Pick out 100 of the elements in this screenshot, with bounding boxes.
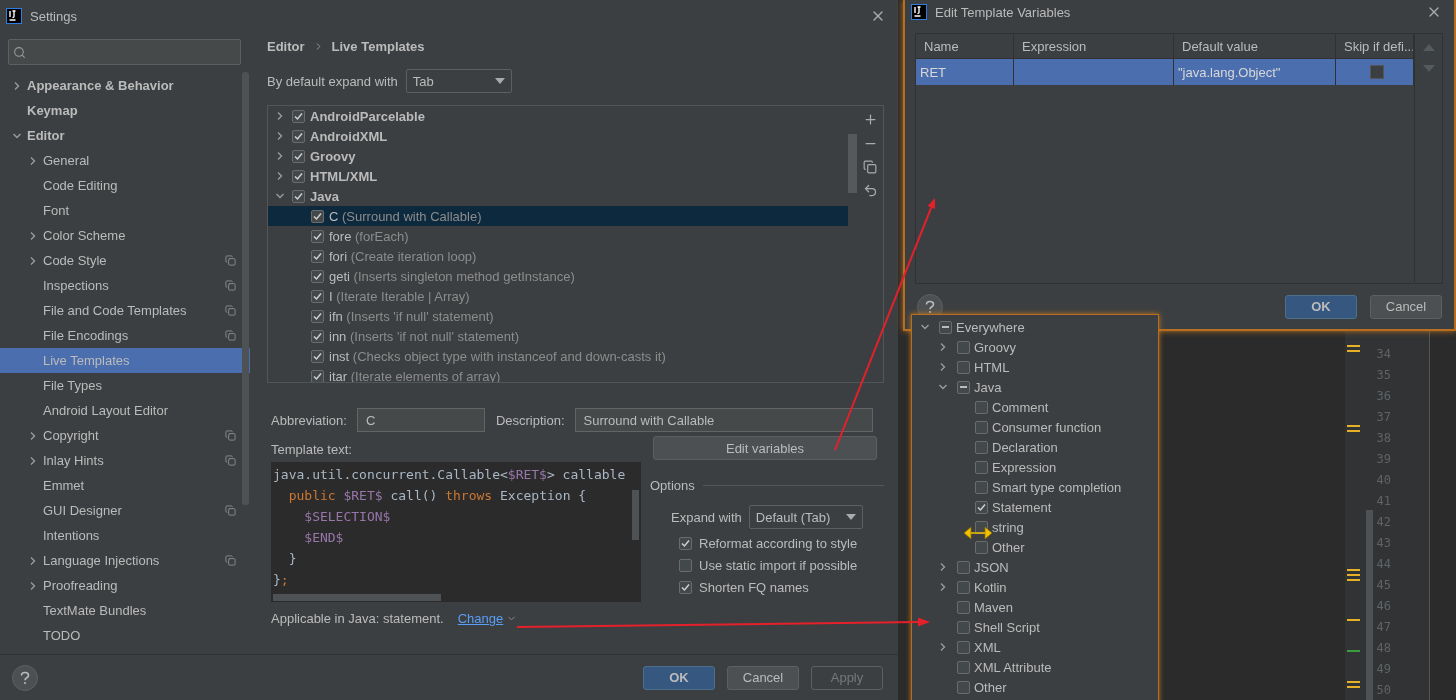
sidebar-item[interactable]: Language Injections — [0, 548, 250, 573]
checkbox[interactable] — [679, 580, 692, 594]
template-row[interactable]: inst (Checks object type with instanceof and down-casts it) — [268, 346, 848, 366]
context-tree-item[interactable]: XML — [912, 637, 1158, 657]
chevron-right-icon[interactable] — [28, 580, 38, 591]
checkbox[interactable] — [292, 109, 305, 123]
dialog-button[interactable]: OK — [643, 665, 715, 690]
sidebar-item[interactable]: Copyright — [0, 423, 250, 448]
checkbox[interactable] — [957, 640, 970, 654]
chevron-right-icon[interactable] — [275, 111, 285, 121]
checkbox[interactable] — [311, 229, 324, 243]
context-tree-item[interactable]: Kotlin — [912, 577, 1158, 597]
checkbox[interactable] — [957, 580, 970, 594]
chevron-right-icon[interactable] — [275, 171, 285, 181]
context-tree-item[interactable]: Groovy — [912, 337, 1158, 357]
sidebar-item[interactable]: GUI Designer — [0, 498, 250, 523]
dialog-button[interactable]: Cancel — [1370, 294, 1442, 319]
sidebar-item[interactable]: TextMate Bundles — [0, 598, 250, 623]
search-field[interactable] — [8, 39, 241, 65]
context-tree-item[interactable]: JSON — [912, 557, 1158, 577]
checkbox[interactable] — [975, 500, 988, 514]
chevron-down-icon[interactable] — [938, 382, 948, 392]
chevron-right-icon[interactable] — [275, 151, 285, 161]
sidebar-item[interactable]: File Types — [0, 373, 250, 398]
chevron-right-icon[interactable] — [275, 131, 285, 141]
checkbox[interactable] — [975, 420, 988, 434]
template-row[interactable]: geti (Inserts singleton method getInstance) — [268, 266, 848, 286]
edit-variables-button[interactable]: Edit variables — [653, 436, 877, 460]
checkbox[interactable] — [679, 558, 692, 572]
chevron-right-icon[interactable] — [28, 255, 38, 266]
checkbox[interactable] — [957, 380, 970, 394]
sidebar-item[interactable]: File Encodings — [0, 323, 250, 348]
checkbox[interactable] — [679, 536, 692, 550]
checkbox[interactable] — [975, 440, 988, 454]
undo-icon[interactable] — [862, 183, 878, 198]
template-group-row[interactable]: Groovy — [268, 146, 848, 166]
copy-icon[interactable] — [863, 160, 877, 174]
expand-key-dropdown[interactable]: Tab — [405, 69, 512, 93]
sidebar-item[interactable]: General — [0, 148, 250, 173]
column-header[interactable]: Default value — [1174, 34, 1336, 58]
checkbox[interactable] — [311, 249, 324, 263]
template-row[interactable]: fori (Create iteration loop) — [268, 246, 848, 266]
checkbox[interactable] — [975, 540, 988, 554]
context-tree-item[interactable]: Consumer function — [912, 417, 1158, 437]
chevron-down-icon[interactable] — [920, 322, 930, 332]
context-tree-item[interactable]: Comment — [912, 397, 1158, 417]
template-row[interactable]: ifn (Inserts 'if null' statement) — [268, 306, 848, 326]
template-row[interactable]: I (Iterate Iterable | Array) — [268, 286, 848, 306]
checkbox[interactable] — [292, 169, 305, 183]
context-tree-item[interactable]: Smart type completion — [912, 477, 1158, 497]
sidebar-item[interactable]: TODO — [0, 623, 250, 648]
column-header[interactable]: Expression — [1014, 34, 1174, 58]
sidebar-item[interactable]: Inspections — [0, 273, 250, 298]
checkbox[interactable] — [311, 289, 324, 303]
column-header[interactable]: Skip if defi... — [1336, 34, 1414, 58]
chevron-right-icon[interactable] — [938, 642, 948, 652]
column-header[interactable]: Name — [916, 34, 1014, 58]
template-text-editor[interactable]: java.util.concurrent.Callable<$RET$> callable public $RET$ call() throws Exception { $SELECTION$ $END$ } }; — [271, 462, 641, 602]
chevron-right-icon[interactable] — [28, 455, 38, 466]
sidebar-item[interactable]: Inlay Hints — [0, 448, 250, 473]
chevron-right-icon[interactable] — [938, 362, 948, 372]
checkbox[interactable] — [975, 480, 988, 494]
template-group-row[interactable]: HTML/XML — [268, 166, 848, 186]
template-row[interactable]: C (Surround with Callable) — [268, 206, 848, 226]
context-tree-item[interactable]: Java — [912, 377, 1158, 397]
context-tree-item[interactable]: Declaration — [912, 437, 1158, 457]
sidebar-item[interactable]: Keymap — [0, 98, 250, 123]
chevron-right-icon[interactable] — [12, 80, 22, 91]
checkbox[interactable] — [957, 600, 970, 614]
sidebar-item[interactable]: Color Scheme — [0, 223, 250, 248]
scrollbar-thumb[interactable] — [242, 72, 249, 505]
chevron-down-icon[interactable] — [275, 191, 285, 201]
template-group-row[interactable]: AndroidParcelable — [268, 106, 848, 126]
abbreviation-field[interactable]: C — [356, 408, 485, 432]
sidebar-item[interactable]: Code Style — [0, 248, 250, 273]
template-group-row[interactable]: Java — [268, 186, 848, 206]
table-row[interactable]: RET "java.lang.Object" — [916, 59, 1414, 85]
template-group-row[interactable]: AndroidXML — [268, 126, 848, 146]
checkbox[interactable] — [311, 329, 324, 343]
context-tree-item[interactable]: Everywhere — [912, 317, 1158, 337]
chevron-right-icon[interactable] — [938, 342, 948, 352]
scrollbar-thumb[interactable] — [632, 490, 639, 540]
checkbox[interactable] — [311, 269, 324, 283]
context-tree-item[interactable]: HTML — [912, 357, 1158, 377]
checkbox[interactable] — [975, 400, 988, 414]
template-row[interactable]: fore (forEach) — [268, 226, 848, 246]
checkbox[interactable] — [292, 129, 305, 143]
expand-with-dropdown[interactable]: Default (Tab) — [748, 505, 863, 529]
checkbox[interactable] — [311, 349, 324, 363]
sidebar-item[interactable]: Code Editing — [0, 173, 250, 198]
checkbox[interactable] — [957, 560, 970, 574]
sidebar-item[interactable]: Editor — [0, 123, 250, 148]
help-button[interactable] — [12, 664, 38, 691]
sidebar-item[interactable]: File and Code Templates — [0, 298, 250, 323]
checkbox[interactable] — [1369, 65, 1384, 79]
checkbox[interactable] — [311, 309, 324, 323]
chevron-right-icon[interactable] — [28, 155, 38, 166]
context-tree-item[interactable]: Other — [912, 537, 1158, 557]
sidebar-item[interactable]: Font — [0, 198, 250, 223]
chevron-right-icon[interactable] — [28, 230, 38, 241]
